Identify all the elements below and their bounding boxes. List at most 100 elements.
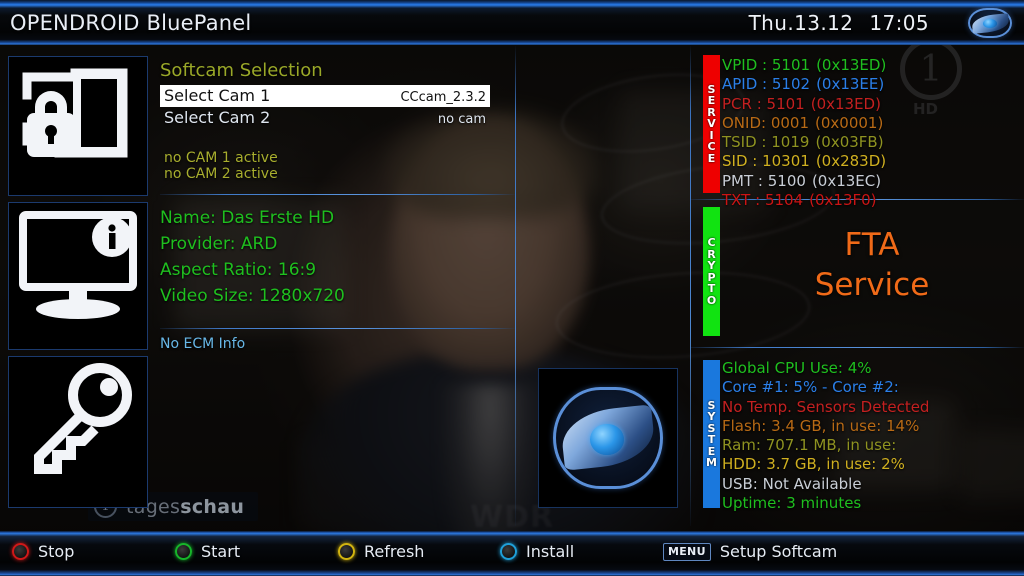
red-dot-icon xyxy=(12,543,29,560)
clock: Thu.13.12 17:05 xyxy=(749,11,929,35)
system-info-row: Core #1: 5% - Core #2: xyxy=(722,378,899,397)
crypto-line-2: Service xyxy=(814,267,930,303)
green-dot-icon xyxy=(175,543,192,560)
page-title: OPENDROID BluePanel xyxy=(10,11,252,35)
stop-button[interactable]: Stop xyxy=(12,542,74,561)
crypto-status: FTA Service xyxy=(722,225,1022,305)
system-info-row: Uptime: 3 minutes xyxy=(722,494,862,513)
pid-hex: (0x03FB) xyxy=(815,133,884,152)
top-bar: OPENDROID BluePanel Thu.13.12 17:05 xyxy=(0,0,1024,45)
service-pid-list: VPID : 5101 (0x13ED) APID : 5102 (0x13EE) PC… xyxy=(722,56,1022,210)
sidebar-item-security[interactable] xyxy=(8,56,148,196)
tab-letter: Y xyxy=(707,410,716,423)
system-info-row: USB: Not Available xyxy=(722,474,862,493)
refresh-button-label: Refresh xyxy=(364,542,425,561)
refresh-button[interactable]: Refresh xyxy=(338,542,424,561)
pid-row: ONID: 0001 (0x0001) xyxy=(722,114,1022,133)
pid-hex: (0x13ED) xyxy=(810,94,881,113)
clock-date: Thu.13.12 xyxy=(748,11,854,35)
system-info-row: Global CPU Use: 4% xyxy=(722,359,872,377)
softcam-row-label: Select Cam 1 xyxy=(164,86,271,105)
pid-row: PCR : 5101 (0x13ED) xyxy=(722,95,1022,114)
softcam-row-cam2[interactable]: Select Cam 2 no cam xyxy=(160,107,490,129)
tab-letter: C xyxy=(707,236,716,249)
system-info-row: Ram: 707.1 MB, in use: xyxy=(722,436,897,455)
clock-time: 17:05 xyxy=(869,11,929,35)
pid-row: SID : 10301 (0x283D) xyxy=(722,152,1022,171)
softcam-title: Softcam Selection xyxy=(160,60,323,81)
tab-letter: Y xyxy=(707,259,716,272)
pid-value: 5101 xyxy=(766,94,805,113)
setup-softcam-button-label: Setup Softcam xyxy=(719,542,838,561)
pid-row: TSID : 1019 (0x03FB) xyxy=(722,133,1022,152)
divider xyxy=(690,347,1024,348)
pid-hex: (0x13F0) xyxy=(809,191,877,210)
bottom-button-bar: Stop Start Refresh Install MENU Setup So… xyxy=(0,531,1024,576)
pid-key: PMT : xyxy=(722,171,768,190)
service-provider: Provider: ARD xyxy=(160,234,278,254)
divider xyxy=(690,46,691,526)
sidebar-item-key[interactable] xyxy=(8,356,148,508)
pid-value: 10301 xyxy=(762,152,810,171)
divider xyxy=(160,194,515,195)
setup-softcam-button[interactable]: MENU Setup Softcam xyxy=(663,542,837,561)
screen-lock-icon xyxy=(22,68,128,158)
pid-hex: (0x13ED) xyxy=(816,56,887,74)
pid-hex: (0x13EC) xyxy=(811,171,882,190)
start-button[interactable]: Start xyxy=(175,542,240,561)
pid-value: 5104 xyxy=(764,191,804,210)
system-info-row: No Temp. Sensors Detected xyxy=(722,397,930,416)
sidebar-item-info[interactable] xyxy=(8,202,148,350)
crypto-line-1: FTA xyxy=(844,227,900,263)
pid-key: SID : xyxy=(722,152,763,171)
service-info-panel: Name: Das Erste HD Provider: ARD Aspect … xyxy=(160,205,500,309)
tab-letter: M xyxy=(706,456,717,469)
pid-row: PMT : 5100 (0x13EC) xyxy=(722,172,1022,191)
pid-hex: (0x13EE) xyxy=(816,75,885,94)
pid-value: 0001 xyxy=(770,113,810,132)
pid-key: TXT : xyxy=(722,191,765,210)
eye-logo-icon xyxy=(968,8,1012,38)
start-button-label: Start xyxy=(201,542,241,561)
softcam-row-value: no cam xyxy=(437,112,486,127)
install-button-label: Install xyxy=(526,542,575,561)
pid-key: ONID: xyxy=(722,113,771,132)
softcam-selection-panel: Softcam Selection Select Cam 1 CCcam_2.3… xyxy=(160,60,490,182)
pid-row: APID : 5102 (0x13EE) xyxy=(722,75,1022,94)
pid-key: PCR : xyxy=(722,94,767,113)
pid-row: TXT : 5104 (0x13F0) xyxy=(722,191,1022,210)
cam1-status: no CAM 1 active xyxy=(164,150,278,166)
system-info-row: Flash: 3.4 GB, in use: 14% xyxy=(722,416,920,435)
center-logo-tile xyxy=(538,368,678,508)
blue-dot-icon xyxy=(500,543,517,560)
pid-value: 5101 xyxy=(771,56,811,74)
tab-letter: T xyxy=(707,282,716,295)
service-video-size: Video Size: 1280x720 xyxy=(160,286,345,306)
pid-hex: (0x283D) xyxy=(815,152,887,171)
softcam-row-label: Select Cam 2 xyxy=(164,108,271,127)
install-button[interactable]: Install xyxy=(500,542,574,561)
tab-letter: E xyxy=(707,151,716,165)
divider xyxy=(515,46,516,526)
service-aspect-ratio: Aspect Ratio: 16:9 xyxy=(160,260,317,280)
pid-value: 1019 xyxy=(771,133,810,152)
divider xyxy=(160,328,515,329)
monitor-info-icon xyxy=(19,211,137,319)
softcam-row-value: CCcam_2.3.2 xyxy=(400,90,486,105)
pid-value: 5100 xyxy=(767,171,806,190)
ecm-info: No ECM Info xyxy=(160,336,246,352)
tab-letter: T xyxy=(707,433,716,446)
service-name: Name: Das Erste HD xyxy=(160,208,335,228)
service-tab-label: SERVICE xyxy=(703,55,720,193)
crypto-tab-label: CRYPTO xyxy=(703,207,720,336)
bluepanel-screen: WDR 1 HD 1 tagesschau OPENDROID BluePane… xyxy=(0,0,1024,576)
tab-letter: O xyxy=(706,293,717,307)
key-icon xyxy=(34,363,132,474)
pid-row: VPID : 5101 (0x13ED) xyxy=(722,56,1022,75)
system-tab-label: SYSTEM xyxy=(703,360,720,508)
menu-key-icon: MENU xyxy=(663,542,711,561)
softcam-row-cam1[interactable]: Select Cam 1 CCcam_2.3.2 xyxy=(160,85,490,107)
system-info-list: Global CPU Use: 4% Core #1: 5% - Core #2:… xyxy=(722,359,1024,513)
stop-button-label: Stop xyxy=(38,542,75,561)
pid-key: VPID : xyxy=(722,56,772,74)
